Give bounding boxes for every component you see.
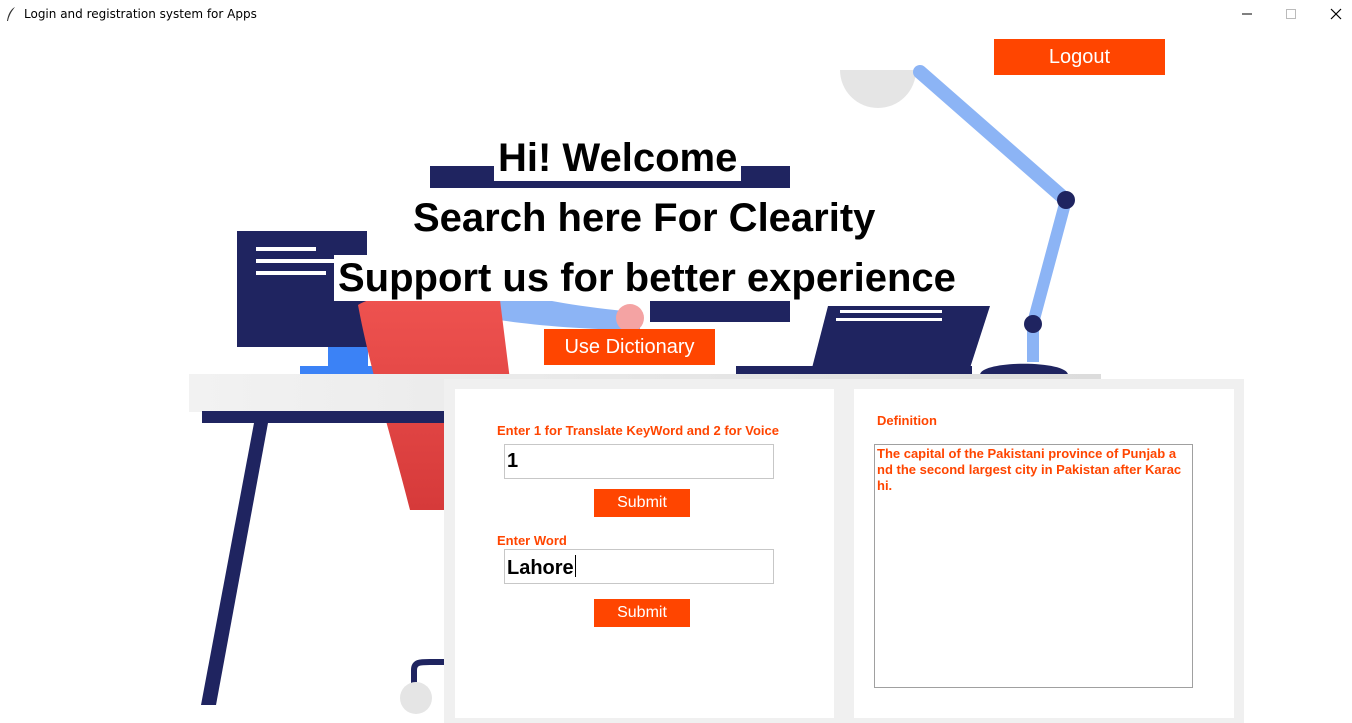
mode-label: Enter 1 for Translate KeyWord and 2 for …: [497, 423, 779, 438]
word-label: Enter Word: [497, 533, 567, 548]
definition-line: hi.: [877, 478, 893, 493]
minimize-button[interactable]: [1224, 0, 1270, 28]
window-title: Login and registration system for Apps: [24, 7, 257, 21]
word-input[interactable]: Lahore: [504, 549, 774, 584]
definition-textbox[interactable]: The capital of the Pakistani province of…: [874, 444, 1193, 688]
mode-submit-button[interactable]: Submit: [594, 489, 690, 517]
word-input-value: Lahore: [507, 557, 574, 579]
mode-input-value: 1: [507, 450, 519, 472]
use-dictionary-button[interactable]: Use Dictionary: [544, 329, 715, 365]
search-heading: Search here For Clearity: [409, 195, 880, 241]
support-heading: Support us for better experience: [334, 255, 960, 301]
minimize-icon: [1242, 13, 1252, 15]
logout-button[interactable]: Logout: [994, 39, 1165, 75]
word-submit-button[interactable]: Submit: [594, 599, 690, 627]
maximize-button[interactable]: [1268, 0, 1314, 28]
mode-input[interactable]: 1: [504, 444, 774, 479]
definition-line: nd the second largest city in Pakistan a…: [877, 462, 1182, 477]
definition-label: Definition: [877, 413, 937, 428]
feather-icon: [7, 7, 15, 21]
definition-line: The capital of the Pakistani province of…: [877, 446, 1177, 461]
maximize-icon: [1286, 9, 1296, 19]
close-button[interactable]: [1313, 0, 1352, 28]
close-icon: [1330, 8, 1342, 20]
text-cursor: [574, 555, 577, 577]
window-titlebar: Login and registration system for Apps: [0, 0, 1352, 28]
welcome-heading: Hi! Welcome: [494, 135, 742, 181]
